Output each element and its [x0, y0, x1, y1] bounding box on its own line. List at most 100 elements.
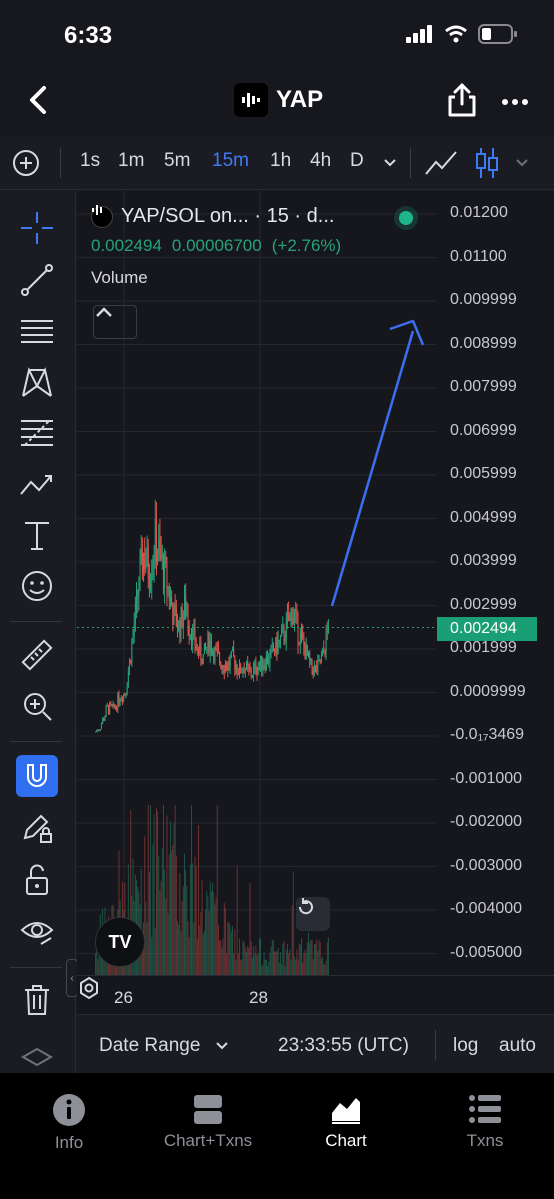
candle-body	[227, 662, 229, 671]
timeframe-d[interactable]: D	[350, 150, 364, 172]
candle-body	[104, 716, 106, 721]
timeframe-5m[interactable]: 5m	[164, 150, 190, 172]
x-axis[interactable]: 26 28	[77, 975, 554, 1014]
timeframe-4h[interactable]: 4h	[310, 150, 331, 172]
chart-legend: YAP/SOL on... · 15 · d... 0.002494 0.000…	[91, 205, 411, 288]
prediction-tool[interactable]	[16, 463, 58, 505]
measure-tool[interactable]	[16, 634, 58, 676]
volume-label[interactable]: Volume	[91, 268, 411, 288]
chart-type-chevron-down-icon[interactable]	[514, 156, 530, 170]
tab-txns[interactable]: Txns	[420, 1093, 550, 1151]
candle-body	[276, 637, 278, 654]
share-icon[interactable]	[446, 82, 478, 118]
volume-bar	[311, 939, 313, 975]
pattern-tool[interactable]	[16, 361, 58, 403]
volume-bar	[155, 807, 157, 975]
pair-title[interactable]: YAP/SOL on... · 15 · d...	[121, 205, 334, 228]
log-scale-toggle[interactable]: log	[453, 1035, 478, 1057]
volume-bar	[179, 872, 181, 975]
candle-body	[237, 672, 239, 675]
line-chart-icon[interactable]	[424, 148, 460, 178]
magnet-mode-toggle[interactable]	[16, 755, 58, 797]
text-tool[interactable]	[16, 514, 58, 556]
volume-bar	[177, 921, 178, 975]
horizontal-lines-tool[interactable]	[16, 310, 58, 352]
layers-icon	[20, 1047, 54, 1067]
y-tick-label: 0.002999	[450, 595, 517, 613]
y-tick-label: 0.004999	[450, 508, 517, 526]
timeframe-1s[interactable]: 1s	[80, 150, 100, 172]
volume-bar	[193, 922, 195, 975]
settings-icon[interactable]	[77, 976, 101, 1000]
y-tick-label: -0.0₁₇3469	[450, 726, 525, 743]
layers-tool[interactable]	[16, 1043, 58, 1073]
tab-chart-txns[interactable]: Chart+Txns	[143, 1093, 273, 1151]
visibility-tool[interactable]	[16, 911, 58, 953]
candle-body	[154, 518, 156, 560]
volume-bar	[203, 930, 205, 975]
volume-bar	[272, 940, 274, 975]
candle-body	[198, 647, 200, 654]
candle-body	[264, 665, 266, 669]
candle-body	[301, 631, 302, 633]
date-range-dropdown[interactable]: Date Range	[99, 1035, 200, 1057]
rail-divider	[10, 621, 62, 622]
add-indicator-icon[interactable]	[12, 149, 40, 177]
status-icons	[406, 24, 518, 44]
delete-drawings-tool[interactable]	[16, 979, 58, 1021]
crosshair-tool[interactable]	[16, 207, 58, 249]
reset-chart-button[interactable]	[296, 897, 330, 931]
timeframe-15m[interactable]: 15m	[212, 150, 249, 172]
volume-bar	[234, 929, 236, 975]
y-tick-label: -0.004000	[450, 900, 523, 917]
volume-bar	[219, 940, 221, 975]
toolbar-divider	[60, 148, 61, 178]
split-view-icon	[194, 1095, 222, 1124]
emoji-tool[interactable]	[16, 565, 58, 607]
volume-bar	[95, 953, 97, 975]
collapse-legend-button[interactable]	[93, 305, 137, 339]
candle-body	[268, 662, 270, 664]
timeframe-1m[interactable]: 1m	[118, 150, 144, 172]
zoom-tool[interactable]	[16, 685, 58, 727]
timeframe-chevron-down-icon[interactable]	[382, 156, 398, 170]
more-icon[interactable]	[500, 92, 530, 112]
candle-body	[271, 644, 273, 646]
trend-line-tool[interactable]	[16, 259, 58, 301]
volume-bar	[167, 913, 169, 975]
candlestick-chart-icon[interactable]	[474, 146, 500, 180]
candle-body	[118, 694, 120, 703]
volume-bar	[235, 960, 237, 975]
candle-body	[312, 668, 314, 675]
date-range-chevron-down-icon[interactable]	[215, 1041, 229, 1051]
candle-body	[122, 699, 123, 701]
candle-body	[102, 718, 104, 724]
lock-drawings-tool[interactable]	[16, 807, 58, 849]
candle-body	[216, 648, 218, 651]
back-icon[interactable]	[24, 82, 54, 118]
candle-body	[133, 624, 135, 635]
volume-bar	[223, 902, 225, 975]
candle-body	[161, 555, 163, 559]
candle-body	[131, 642, 133, 663]
candle-body	[263, 665, 265, 667]
tab-info[interactable]: Info	[4, 1093, 134, 1153]
unlock-tool[interactable]	[16, 859, 58, 901]
volume-bar	[262, 964, 264, 975]
candle-body	[213, 650, 215, 662]
candle-body	[308, 652, 309, 656]
timeframe-1h[interactable]: 1h	[270, 150, 291, 172]
candle-body	[297, 611, 299, 643]
fib-tool[interactable]	[16, 412, 58, 454]
candle-body	[95, 731, 97, 733]
info-icon	[53, 1094, 85, 1126]
utc-clock[interactable]: 23:33:55 (UTC)	[278, 1035, 409, 1057]
price-chart[interactable]: YAP/SOL on... · 15 · d... 0.002494 0.000…	[77, 191, 554, 1014]
candle-body	[209, 641, 211, 653]
range-divider	[435, 1030, 436, 1060]
candle-body	[284, 640, 286, 642]
candle-body	[316, 666, 318, 673]
auto-scale-toggle[interactable]: auto	[499, 1035, 536, 1057]
tradingview-logo[interactable]: TV	[95, 917, 145, 967]
tab-chart[interactable]: Chart	[281, 1093, 411, 1151]
